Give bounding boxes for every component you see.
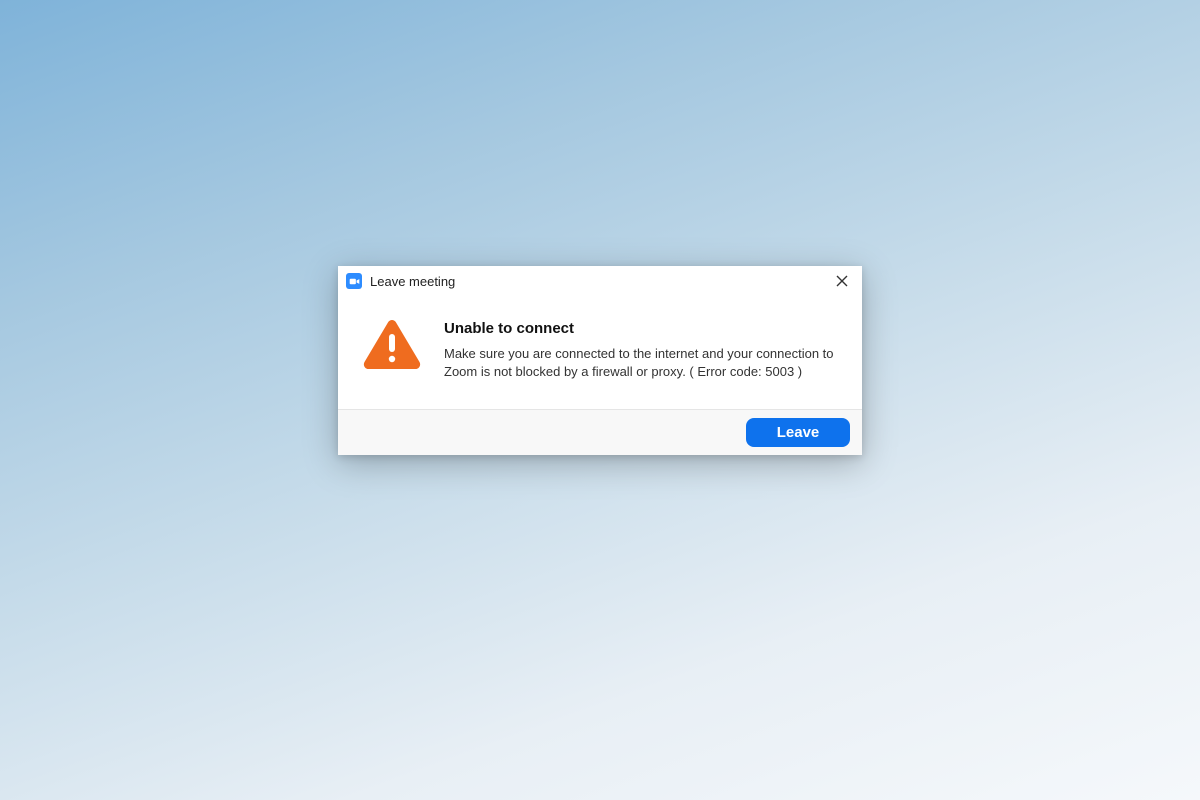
dialog-titlebar: Leave meeting — [338, 266, 862, 296]
error-title: Unable to connect — [444, 320, 838, 337]
close-icon — [836, 275, 848, 287]
leave-button[interactable]: Leave — [746, 418, 850, 447]
warning-icon — [362, 318, 422, 374]
dialog-content: Unable to connect Make sure you are conn… — [338, 296, 862, 409]
zoom-app-icon — [346, 273, 362, 289]
leave-meeting-dialog: Leave meeting Unable to connect Make sur… — [338, 266, 862, 455]
dialog-title: Leave meeting — [370, 274, 832, 289]
dialog-footer: Leave — [338, 409, 862, 455]
error-message: Make sure you are connected to the inter… — [444, 345, 838, 381]
close-button[interactable] — [832, 271, 852, 291]
message-block: Unable to connect Make sure you are conn… — [444, 316, 838, 381]
